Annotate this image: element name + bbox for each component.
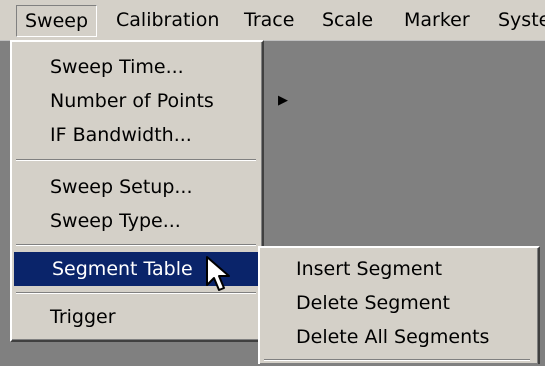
menu-system[interactable]: Syste bbox=[490, 5, 545, 35]
menu-separator bbox=[16, 244, 256, 246]
menu-marker[interactable]: Marker bbox=[396, 5, 478, 35]
menu-scale[interactable]: Scale bbox=[314, 5, 381, 35]
menu-item-delete-all-segments[interactable]: Delete All Segments bbox=[260, 320, 536, 354]
mouse-pointer-icon bbox=[206, 256, 230, 291]
menu-item-label: Sweep Type... bbox=[50, 210, 181, 232]
menu-separator bbox=[16, 159, 256, 161]
menu-item-label: Segment Table bbox=[52, 258, 193, 280]
menu-item-label: Sweep Setup... bbox=[50, 176, 193, 198]
menu-item-segment-table[interactable]: Segment Table ▶ bbox=[14, 252, 296, 286]
sweep-menu: Sweep Time... Number of Points ▶ IF Band… bbox=[10, 40, 296, 342]
menu-item-label: Sweep Time... bbox=[50, 56, 184, 78]
segment-table-submenu: Insert Segment Delete Segment Delete All… bbox=[258, 246, 540, 364]
menu-item-if-bandwidth[interactable]: IF Bandwidth... bbox=[12, 118, 300, 152]
menu-item-label: Number of Points bbox=[50, 90, 214, 112]
menu-calibration[interactable]: Calibration bbox=[108, 5, 227, 35]
menu-bar: Sweep Calibration Trace Scale Marker Sys… bbox=[0, 0, 545, 41]
menu-item-sweep-setup[interactable]: Sweep Setup... bbox=[12, 170, 300, 204]
menu-item-sweep-time[interactable]: Sweep Time... bbox=[12, 50, 300, 84]
menu-item-insert-segment[interactable]: Insert Segment bbox=[260, 252, 536, 286]
chevron-right-icon: ▶ bbox=[278, 93, 288, 108]
menu-item-delete-segment[interactable]: Delete Segment bbox=[260, 286, 536, 320]
menu-item-number-of-points[interactable]: Number of Points ▶ bbox=[12, 84, 300, 118]
menu-sweep[interactable]: Sweep bbox=[16, 5, 98, 37]
menu-trace[interactable]: Trace bbox=[236, 5, 302, 35]
menu-separator bbox=[264, 359, 530, 361]
menu-item-label: IF Bandwidth... bbox=[50, 124, 192, 146]
menu-item-trigger[interactable]: Trigger ▶ bbox=[12, 300, 300, 334]
menu-item-label: Trigger bbox=[50, 306, 116, 328]
menu-item-sweep-type[interactable]: Sweep Type... bbox=[12, 204, 300, 238]
